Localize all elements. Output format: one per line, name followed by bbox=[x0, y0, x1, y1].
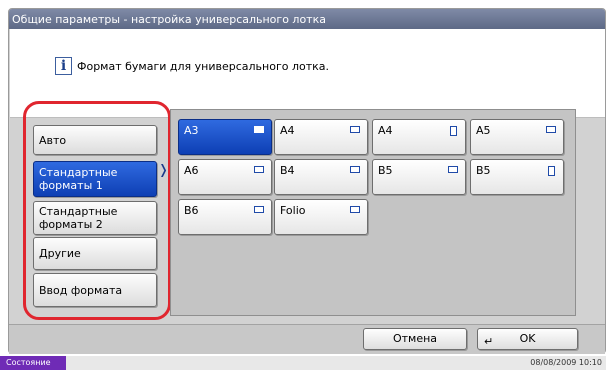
landscape-icon bbox=[254, 206, 264, 213]
paper-size-label: A5 bbox=[476, 124, 491, 137]
category-label: Стандартные форматы 2 bbox=[39, 205, 118, 231]
paper-size-label: B6 bbox=[184, 204, 199, 217]
enter-icon: ↵ bbox=[484, 335, 494, 348]
paper-size-label: B4 bbox=[280, 164, 295, 177]
window-title: Общие параметры - настройка универсально… bbox=[9, 9, 605, 29]
landscape-icon bbox=[254, 166, 264, 173]
paper-size-label: A3 bbox=[184, 124, 199, 137]
paper-size-label: Folio bbox=[280, 204, 306, 217]
paper-size-b4-button[interactable]: B4 bbox=[274, 159, 368, 195]
category-label: Другие bbox=[39, 247, 81, 260]
ok-label: OK bbox=[519, 332, 536, 345]
category-standard-2-button[interactable]: Стандартные форматы 2 bbox=[33, 201, 157, 235]
category-label: Ввод формата bbox=[39, 283, 123, 297]
portrait-icon bbox=[450, 126, 457, 136]
paper-size-folio-button[interactable]: Folio bbox=[274, 199, 368, 235]
category-standard-1-button[interactable]: Стандартные форматы 1 bbox=[33, 161, 157, 197]
landscape-icon bbox=[448, 166, 458, 173]
paper-size-label: A4 bbox=[378, 124, 393, 137]
paper-size-a3-button[interactable]: A3 bbox=[178, 119, 272, 155]
landscape-icon bbox=[350, 166, 360, 173]
paper-size-b5-landscape-button[interactable]: B5 bbox=[372, 159, 466, 195]
message-text: Формат бумаги для универсального лотка. bbox=[77, 60, 329, 73]
paper-size-a4-portrait-button[interactable]: A4 bbox=[372, 119, 466, 155]
cancel-button[interactable]: Отмена bbox=[363, 328, 467, 350]
landscape-icon bbox=[350, 126, 360, 133]
paper-size-a6-button[interactable]: A6 bbox=[178, 159, 272, 195]
paper-size-label: A4 bbox=[280, 124, 295, 137]
ok-button[interactable]: ↵ OK bbox=[477, 328, 578, 350]
paper-size-label: B5 bbox=[476, 164, 491, 177]
landscape-icon bbox=[350, 206, 360, 213]
paper-size-label: A6 bbox=[184, 164, 199, 177]
status-button[interactable]: Состояние bbox=[0, 356, 66, 370]
paper-size-label: B5 bbox=[378, 164, 393, 177]
landscape-icon bbox=[546, 126, 556, 133]
status-datetime: 08/08/2009 10:10 bbox=[530, 358, 602, 367]
paper-size-b5-portrait-button[interactable]: B5 bbox=[470, 159, 564, 195]
category-auto-button[interactable]: Авто bbox=[33, 125, 157, 155]
category-label: Авто bbox=[39, 133, 67, 147]
paper-size-a5-button[interactable]: A5 bbox=[470, 119, 564, 155]
category-custom-entry-button[interactable]: Ввод формата bbox=[33, 273, 157, 307]
paper-size-b6-button[interactable]: B6 bbox=[178, 199, 272, 235]
category-other-button[interactable]: Другие bbox=[33, 237, 157, 270]
status-bar: Состояние 08/08/2009 10:10 bbox=[0, 356, 606, 370]
category-label: Стандартные форматы 1 bbox=[39, 166, 118, 192]
info-icon: i bbox=[55, 57, 72, 75]
cancel-label: Отмена bbox=[392, 332, 438, 345]
portrait-icon bbox=[548, 166, 555, 176]
landscape-icon bbox=[254, 126, 264, 133]
chevron-right-icon: ❭ bbox=[158, 163, 169, 178]
paper-size-a4-landscape-button[interactable]: A4 bbox=[274, 119, 368, 155]
